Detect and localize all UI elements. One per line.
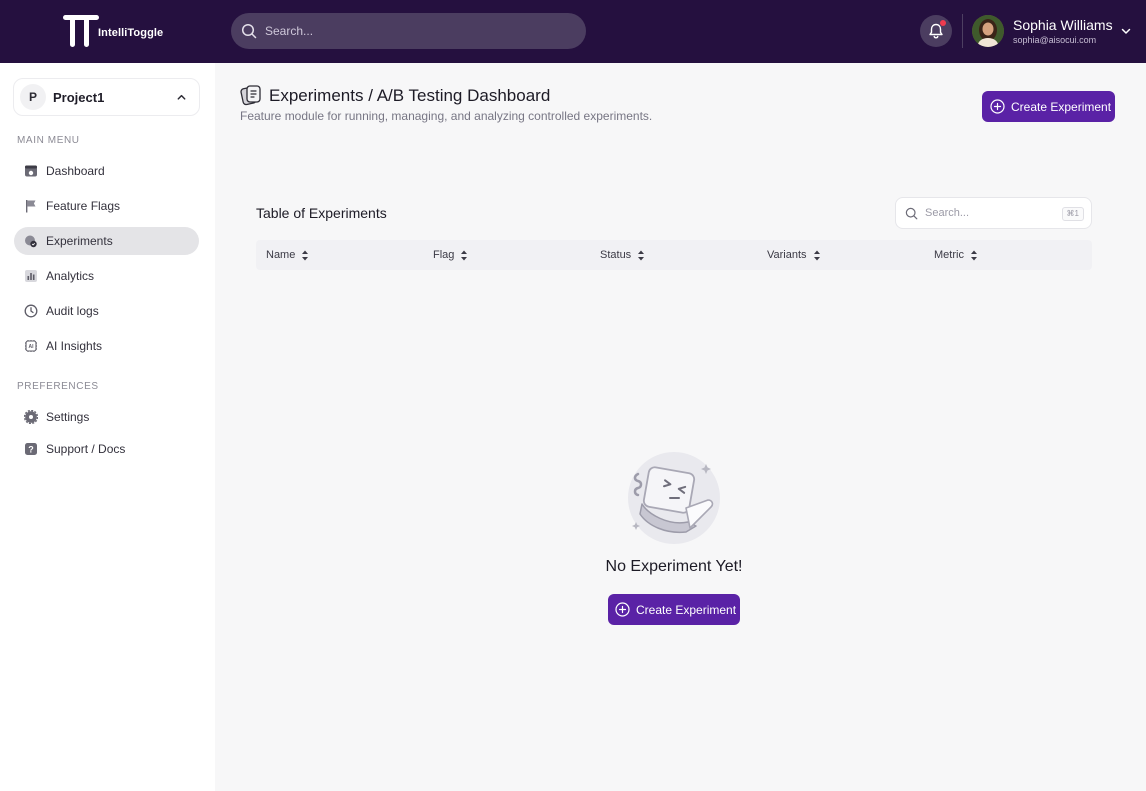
topbar-divider (962, 14, 963, 48)
sidebar-item-label: Analytics (46, 269, 95, 283)
empty-create-experiment-button[interactable]: Create Experiment (608, 594, 740, 625)
column-header-flag[interactable]: Flag (433, 249, 468, 261)
empty-create-experiment-label: Create Experiment (636, 602, 737, 617)
help-icon: ? (24, 442, 38, 456)
experiments-header-icon (240, 85, 261, 106)
app-name: IntelliToggle (98, 27, 164, 39)
avatar-image (972, 15, 1004, 47)
sidebar-item-feature-flags[interactable]: Feature Flags (14, 192, 199, 220)
plus-circle-icon (615, 602, 630, 617)
experiments-icon (24, 234, 38, 248)
notification-badge (940, 20, 946, 26)
top-bar: IntelliToggle Sophia Williams sophia@ais… (0, 0, 1146, 63)
sidebar-item-dashboard[interactable]: Dashboard (14, 157, 199, 185)
search-icon (905, 207, 918, 219)
sidebar-item-label: Experiments (46, 234, 113, 248)
gear-icon (24, 410, 38, 424)
user-email: sophia@aisocui.com (1013, 35, 1097, 45)
clock-icon (24, 304, 38, 318)
search-icon (241, 23, 257, 39)
column-header-metric[interactable]: Metric (934, 249, 978, 261)
sort-icon (461, 250, 468, 260)
chevron-up-icon (177, 94, 186, 100)
sort-icon (302, 250, 309, 260)
sort-icon (970, 250, 977, 260)
table-title: Table of Experiments (256, 205, 387, 221)
column-header-variants[interactable]: Variants (767, 249, 821, 261)
column-label: Flag (433, 249, 455, 261)
empty-state-illustration (628, 452, 720, 544)
svg-text:AI: AI (29, 344, 35, 350)
sidebar-item-support-docs[interactable]: ? Support / Docs (14, 435, 199, 463)
sidebar-item-settings[interactable]: Settings (14, 403, 199, 431)
page-title: Experiments / A/B Testing Dashboard (269, 86, 551, 105)
sidebar-item-label: AI Insights (46, 339, 103, 353)
chevron-down-icon[interactable] (1120, 25, 1132, 37)
table-search[interactable]: ⌘1 (895, 197, 1092, 229)
app-logo[interactable]: IntelliToggle (62, 12, 163, 50)
page-subtitle: Feature module for running, managing, an… (240, 109, 653, 123)
plus-circle-icon (990, 99, 1005, 114)
main-menu-title: MAIN MENU (17, 135, 80, 146)
sidebar-item-label: Settings (46, 410, 90, 424)
sidebar-item-label: Audit logs (46, 304, 99, 318)
table-search-input[interactable] (925, 207, 1055, 219)
column-header-name[interactable]: Name (266, 249, 309, 261)
create-experiment-label: Create Experiment (1011, 99, 1112, 114)
project-badge: P (20, 84, 46, 110)
sort-icon (638, 250, 645, 260)
logo-icon (63, 15, 99, 47)
column-label: Name (266, 249, 296, 261)
ai-icon: AI (24, 339, 38, 353)
avatar[interactable] (972, 15, 1004, 47)
column-header-status[interactable]: Status (600, 249, 645, 261)
sidebar-item-label: Feature Flags (46, 199, 121, 213)
column-label: Status (600, 249, 632, 261)
sidebar: P Project1 MAIN MENU Dashboard Feature F… (0, 63, 215, 791)
sidebar-item-label: Support / Docs (46, 442, 126, 456)
preferences-title: PREFERENCES (17, 381, 99, 392)
create-experiment-button[interactable]: Create Experiment (982, 91, 1115, 122)
sidebar-item-audit-logs[interactable]: Audit logs (14, 297, 199, 325)
empty-state-title: No Experiment Yet! (605, 558, 743, 575)
project-name: Project1 (53, 89, 105, 105)
dashboard-icon (24, 164, 38, 178)
user-name[interactable]: Sophia Williams (1013, 17, 1113, 33)
shortcut-badge: ⌘1 (1061, 207, 1084, 221)
sidebar-item-ai-insights[interactable]: AI AI Insights (14, 332, 199, 360)
notifications-button[interactable] (920, 15, 952, 47)
column-label: Metric (934, 249, 964, 261)
sidebar-item-label: Dashboard (46, 164, 105, 178)
sidebar-item-analytics[interactable]: Analytics (14, 262, 199, 290)
column-label: Variants (767, 249, 807, 261)
svg-text:?: ? (28, 444, 34, 454)
global-search-input[interactable] (265, 24, 565, 38)
sidebar-item-experiments[interactable]: Experiments (14, 227, 199, 255)
global-search[interactable] (231, 13, 586, 49)
flag-icon (24, 199, 38, 213)
analytics-icon (24, 269, 38, 283)
table-header: Name Flag Status Variants Metric (256, 240, 1092, 270)
project-selector[interactable]: P Project1 (13, 78, 200, 116)
sort-icon (813, 250, 820, 260)
